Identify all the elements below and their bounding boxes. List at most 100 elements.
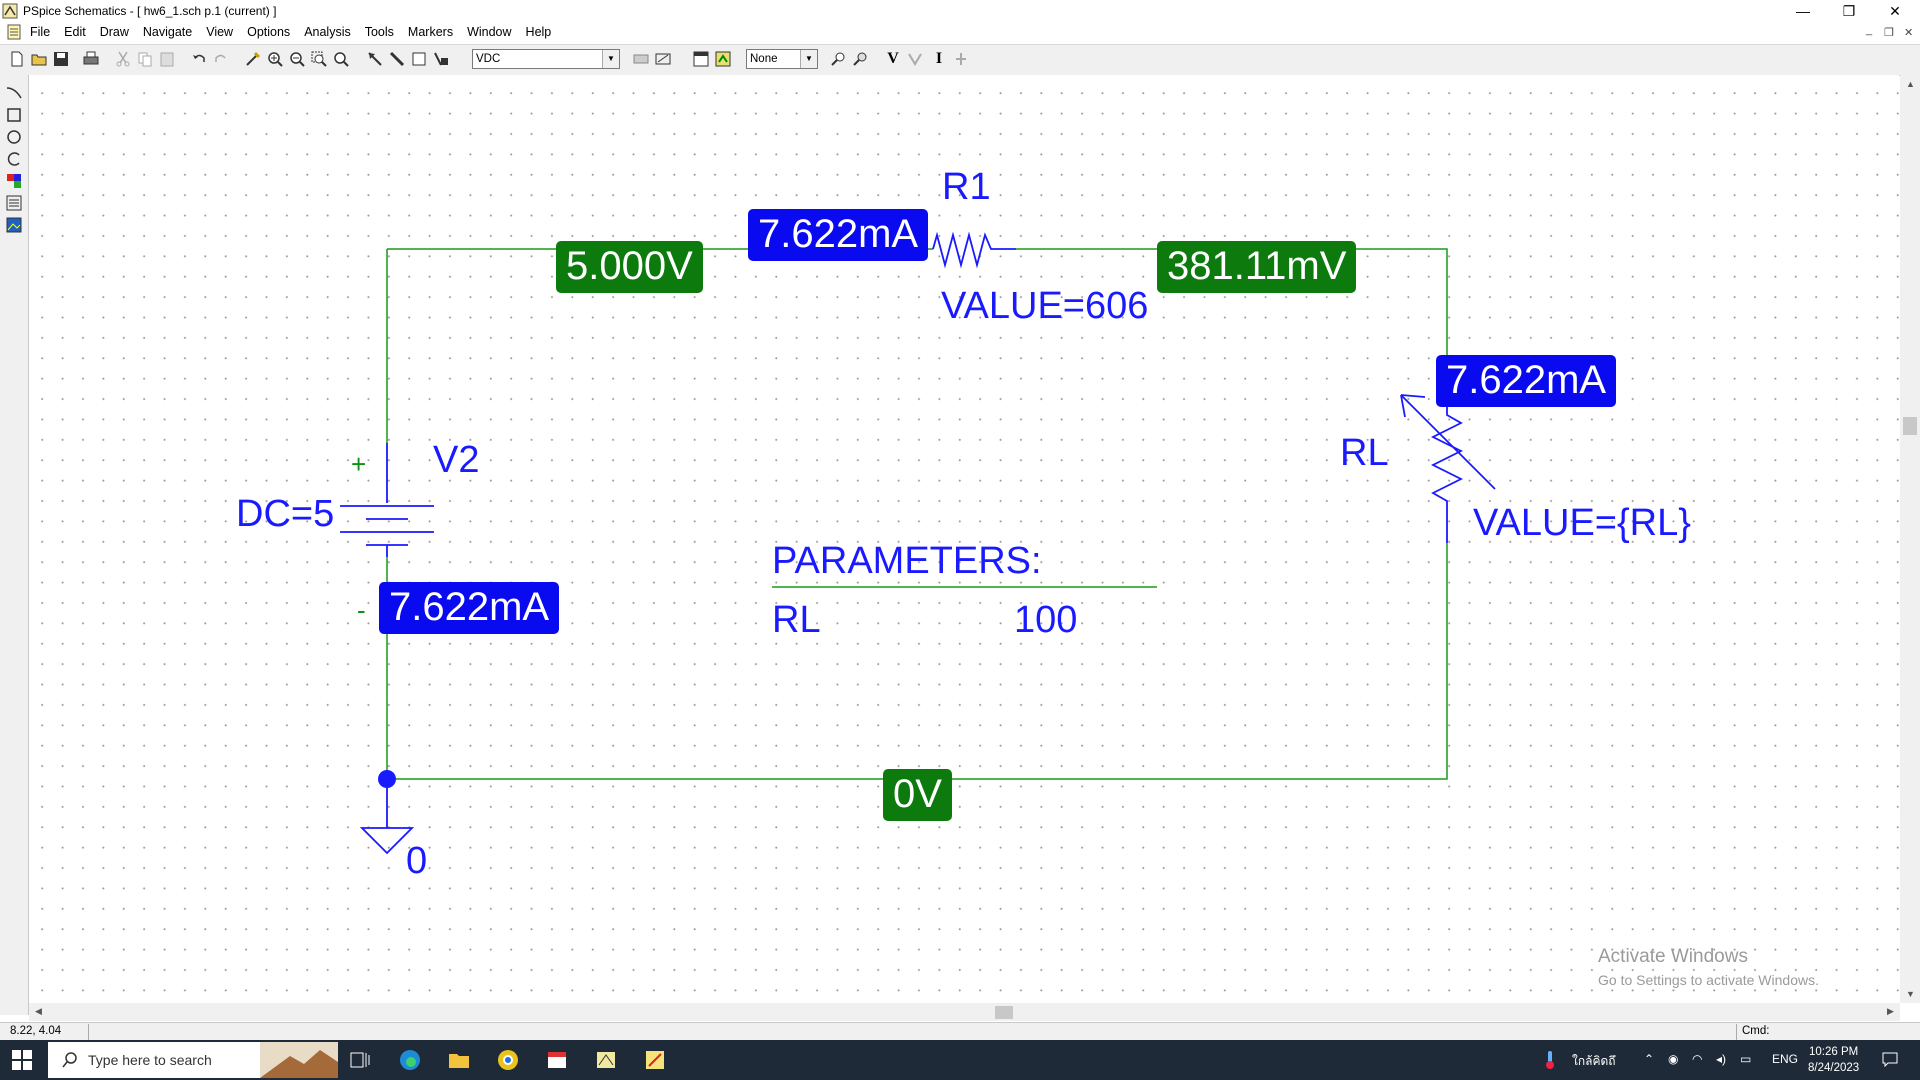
v2-name-label[interactable]: V2	[433, 441, 479, 479]
vertical-scroll-thumb[interactable]	[1903, 417, 1917, 435]
pspice-schematics-taskbar-icon[interactable]	[594, 1048, 618, 1072]
current-display-button[interactable]: I	[930, 50, 948, 68]
undo-icon[interactable]	[190, 50, 208, 68]
parameter-value[interactable]: 100	[1014, 601, 1077, 639]
menu-window[interactable]: Window	[467, 25, 511, 39]
horizontal-scroll-thumb[interactable]	[995, 1006, 1013, 1019]
chevron-down-icon[interactable]: ▼	[602, 50, 619, 68]
open-folder-icon[interactable]	[30, 50, 48, 68]
vertical-scrollbar[interactable]: ▲ ▼	[1900, 75, 1920, 1003]
rl-name-label[interactable]: RL	[1340, 434, 1389, 472]
text-tool-icon[interactable]	[5, 172, 23, 190]
enable-bias-display-icon[interactable]	[906, 50, 924, 68]
edit-attributes-icon[interactable]	[632, 50, 650, 68]
wifi-icon[interactable]: ◠	[1692, 1052, 1702, 1066]
rl-value-label[interactable]: VALUE={RL}	[1473, 504, 1691, 542]
restore-button[interactable]: ❐	[1826, 0, 1872, 22]
edge-browser-icon[interactable]	[398, 1048, 422, 1072]
notifications-icon[interactable]	[1882, 1051, 1898, 1067]
windows-start-icon[interactable]	[12, 1050, 32, 1070]
draw-wire-icon[interactable]	[366, 50, 384, 68]
task-view-icon[interactable]	[348, 1048, 372, 1072]
current-marker-rl[interactable]: 7.622mA	[1436, 355, 1617, 407]
copy-icon[interactable]	[136, 50, 154, 68]
menu-view[interactable]: View	[206, 25, 233, 39]
language-indicator[interactable]: ENG	[1772, 1052, 1798, 1066]
file-explorer-icon[interactable]	[447, 1048, 471, 1072]
weather-text[interactable]: ใกล้คิดถึ	[1572, 1052, 1616, 1071]
new-file-icon[interactable]	[8, 50, 26, 68]
redraw-icon[interactable]	[244, 50, 262, 68]
menu-options[interactable]: Options	[247, 25, 290, 39]
parameter-name[interactable]: RL	[772, 601, 821, 639]
r1-value-label[interactable]: VALUE=606	[941, 287, 1148, 325]
parameters-title[interactable]: PARAMETERS:	[772, 542, 1042, 580]
current-marker-v2[interactable]: 7.622mA	[379, 582, 560, 634]
menu-help[interactable]: Help	[526, 25, 552, 39]
save-icon[interactable]	[52, 50, 70, 68]
text-box-tool-icon[interactable]	[5, 194, 23, 212]
v2-value-label[interactable]: DC=5	[236, 495, 334, 533]
schematic-canvas[interactable]: R1 VALUE=606 RL VALUE={RL} V2 DC=5 + - 0…	[29, 75, 1899, 1003]
probe-icon[interactable]	[852, 50, 870, 68]
menu-edit[interactable]: Edit	[64, 25, 86, 39]
voltage-marker-top-left[interactable]: 5.000V	[556, 241, 703, 293]
edit-symbol-icon[interactable]	[654, 50, 672, 68]
network-icon[interactable]: ◉	[1668, 1052, 1678, 1066]
voltage-display-button[interactable]: V	[884, 50, 902, 68]
print-icon[interactable]	[82, 50, 100, 68]
chevron-up-icon[interactable]: ⌃	[1644, 1052, 1654, 1066]
get-part-icon[interactable]	[432, 50, 450, 68]
minimize-button[interactable]: —	[1780, 0, 1826, 22]
menu-tools[interactable]: Tools	[365, 25, 394, 39]
zoom-out-icon[interactable]	[288, 50, 306, 68]
part-name-combo[interactable]: VDC ▼	[472, 49, 620, 69]
setup-analysis-icon[interactable]	[692, 50, 710, 68]
zoom-fit-icon[interactable]	[332, 50, 350, 68]
voltage-marker-top-right[interactable]: 381.11mV	[1157, 241, 1357, 293]
pspice-active-window-icon[interactable]	[643, 1048, 667, 1072]
taskbar-search-box[interactable]: Type here to search	[48, 1042, 338, 1078]
find-icon[interactable]	[830, 50, 848, 68]
chrome-icon[interactable]	[496, 1048, 520, 1072]
mdi-restore-button[interactable]: ❐	[1884, 26, 1894, 39]
menu-markers[interactable]: Markers	[408, 25, 453, 39]
menu-analysis[interactable]: Analysis	[304, 25, 351, 39]
redo-icon[interactable]	[212, 50, 230, 68]
menu-draw[interactable]: Draw	[100, 25, 129, 39]
scroll-left-icon[interactable]: ◀	[35, 1006, 42, 1017]
scroll-right-icon[interactable]: ▶	[1887, 1006, 1894, 1017]
rectangle-tool-icon[interactable]	[5, 106, 23, 124]
paste-icon[interactable]	[158, 50, 176, 68]
draw-bus-icon[interactable]	[388, 50, 406, 68]
snipping-tool-icon[interactable]	[545, 1048, 569, 1072]
zoom-area-icon[interactable]	[310, 50, 328, 68]
horizontal-scrollbar[interactable]: ◀ ▶	[29, 1003, 1900, 1021]
marker-combo[interactable]: None ▼	[746, 49, 818, 69]
r1-name-label[interactable]: R1	[942, 168, 991, 206]
mdi-minimize-button[interactable]: _	[1866, 24, 1872, 36]
scroll-up-icon[interactable]: ▲	[1906, 79, 1915, 89]
voltage-marker-ground[interactable]: 0V	[883, 769, 952, 821]
current-display-toggle-icon[interactable]	[952, 50, 970, 68]
document-icon[interactable]	[6, 24, 22, 40]
mdi-close-button[interactable]: ✕	[1904, 26, 1913, 39]
cut-icon[interactable]	[114, 50, 132, 68]
volume-icon[interactable]: ◂)	[1716, 1052, 1726, 1066]
close-button[interactable]: ✕	[1872, 0, 1918, 22]
line-tool-icon[interactable]	[5, 84, 23, 102]
keyboard-icon[interactable]: ▭	[1740, 1052, 1751, 1066]
chevron-down-icon[interactable]: ▼	[800, 50, 817, 68]
zoom-in-icon[interactable]	[266, 50, 284, 68]
circle-tool-icon[interactable]	[5, 128, 23, 146]
simulate-icon[interactable]	[714, 50, 732, 68]
weather-thermometer-icon[interactable]	[1544, 1050, 1556, 1070]
menu-file[interactable]: File	[30, 25, 50, 39]
menu-navigate[interactable]: Navigate	[143, 25, 192, 39]
scroll-down-icon[interactable]: ▼	[1906, 989, 1915, 999]
current-marker-r1[interactable]: 7.622mA	[748, 209, 929, 261]
draw-block-icon[interactable]	[410, 50, 428, 68]
arc-tool-icon[interactable]	[5, 150, 23, 168]
system-clock[interactable]: 10:26 PM 8/24/2023	[1808, 1044, 1859, 1076]
insert-picture-icon[interactable]	[5, 216, 23, 234]
